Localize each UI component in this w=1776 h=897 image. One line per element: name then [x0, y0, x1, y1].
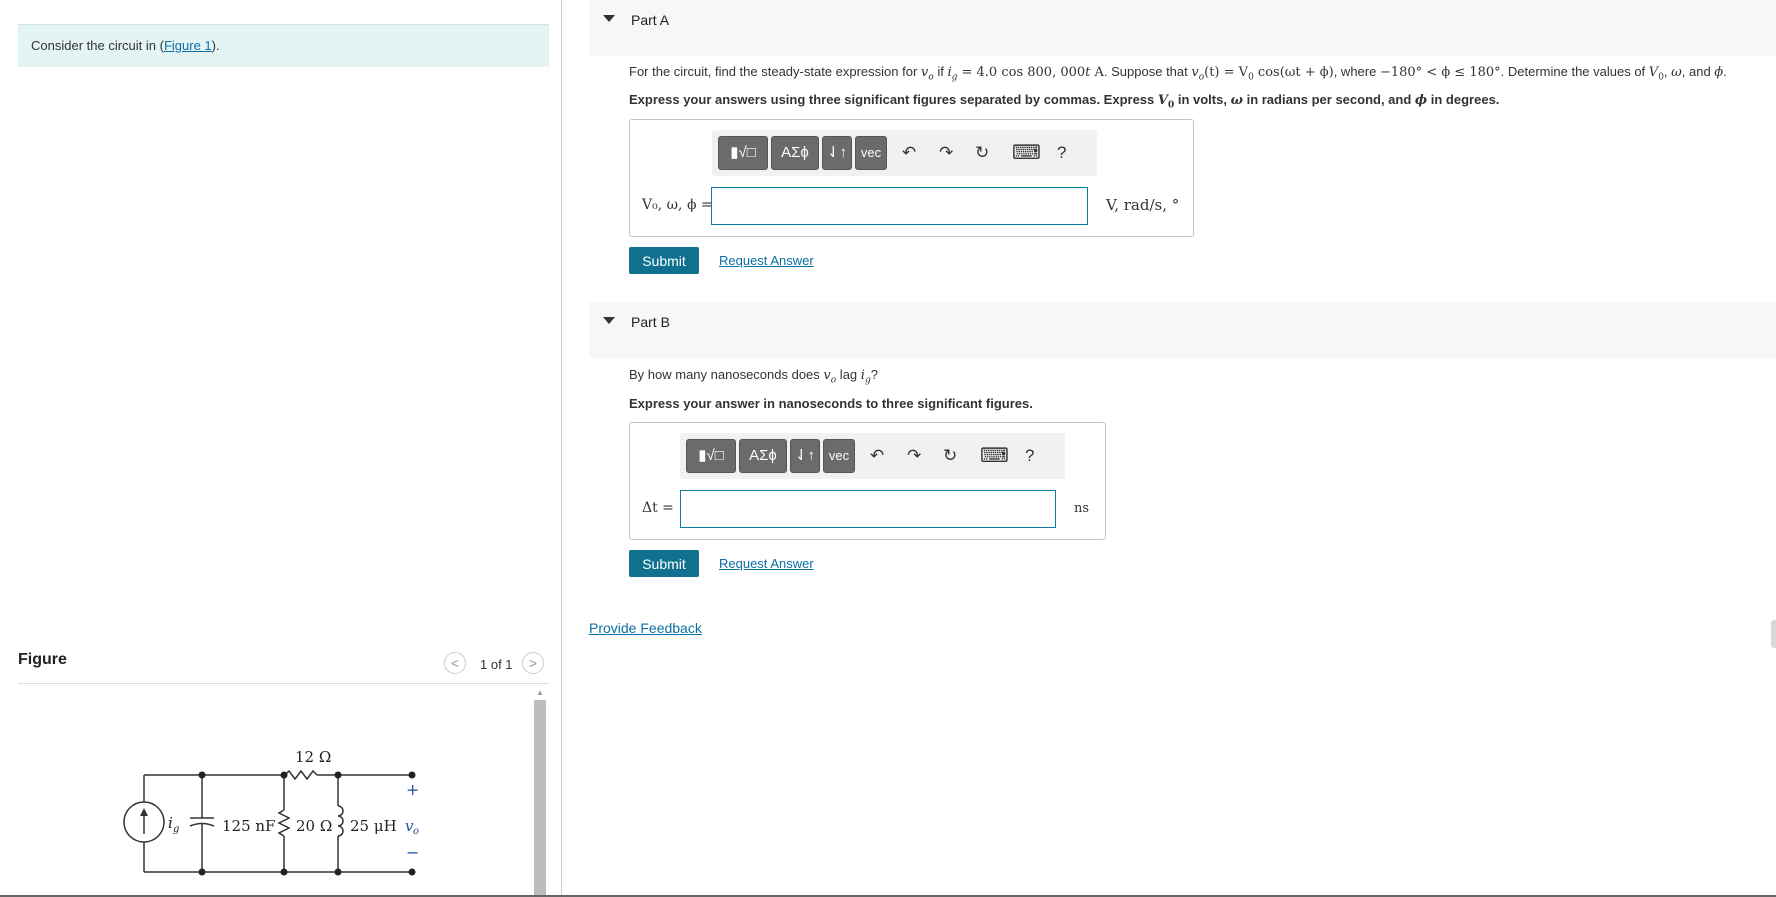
part-b-title: Part B [631, 314, 670, 330]
side-edge-tab[interactable] [1771, 620, 1776, 648]
figure-scrollbar[interactable] [534, 700, 546, 897]
part-a-input-label: V₀, ω, ϕ = [642, 197, 713, 213]
label-vo-sub: o [413, 826, 419, 837]
vector-button[interactable]: vec [855, 136, 887, 170]
figure-counter: 1 of 1 [480, 657, 513, 672]
scroll-up-arrow-icon[interactable]: ▲ [534, 688, 546, 700]
label-12-ohm: 12 Ω [295, 748, 331, 766]
collapse-caret-icon[interactable] [603, 15, 615, 22]
greek-symbols-button[interactable]: ΑΣϕ [739, 439, 787, 473]
part-b-request-answer-link[interactable]: Request Answer [719, 556, 814, 571]
label-plus: + [406, 780, 419, 799]
keyboard-icon[interactable]: ⌨ [980, 445, 1009, 467]
figure-link[interactable]: Figure 1 [164, 38, 212, 53]
subscript-superscript-button[interactable]: ⇃↑ [790, 439, 820, 473]
label-125nf: 125 nF [222, 817, 275, 835]
part-a-request-answer-link[interactable]: Request Answer [719, 253, 814, 268]
subscript-superscript-button[interactable]: ⇃↑ [822, 136, 852, 170]
part-a-answer-box: ▮√□ ΑΣϕ ⇃↑ vec ↶ ↷ ↻ ⌨ ? V₀, ω, ϕ = V, r… [629, 119, 1194, 237]
part-b-unit: ns [1074, 501, 1090, 516]
part-a-title: Part A [631, 12, 670, 28]
circuit-diagram: 12 Ω i g 125 nF 20 Ω 25 μH v o + − [123, 748, 419, 876]
greek-symbols-button[interactable]: ΑΣϕ [771, 136, 819, 170]
label-minus: − [406, 843, 419, 862]
part-a-header[interactable]: Part A [589, 0, 1776, 56]
templates-button[interactable]: ▮√□ [718, 136, 768, 170]
intro-suffix: ). [211, 38, 220, 53]
part-b-header[interactable]: Part B [589, 302, 1776, 358]
figure-title: Figure [18, 651, 67, 668]
keyboard-icon[interactable]: ⌨ [1012, 142, 1041, 164]
next-figure-button[interactable]: > [522, 652, 544, 674]
part-b-input-label: Δt = [642, 500, 674, 516]
redo-icon[interactable]: ↷ [939, 142, 953, 164]
provide-feedback-link[interactable]: Provide Feedback [589, 620, 702, 636]
part-b-math-toolbar: ▮√□ ΑΣϕ ⇃↑ vec ↶ ↷ ↻ ⌨ ? [680, 433, 1065, 479]
vector-button[interactable]: vec [823, 439, 855, 473]
part-b-question: By how many nanoseconds does vo lag ig? [629, 367, 878, 386]
reset-icon[interactable]: ↻ [943, 445, 957, 467]
figure-header: Figure < 1 of 1 > [18, 648, 549, 684]
redo-icon[interactable]: ↷ [907, 445, 921, 467]
help-icon[interactable]: ? [1057, 142, 1066, 164]
part-a-question: For the circuit, find the steady-state e… [629, 64, 1727, 83]
part-a-instruction: Express your answers using three signifi… [629, 92, 1500, 111]
label-20-ohm: 20 Ω [296, 817, 332, 835]
part-b-answer-box: ▮√□ ΑΣϕ ⇃↑ vec ↶ ↷ ↻ ⌨ ? Δt = ns [629, 422, 1106, 540]
part-a-submit-button[interactable]: Submit [629, 247, 699, 274]
intro-prefix: Consider the circuit in ( [31, 38, 164, 53]
part-a-answer-input[interactable] [711, 187, 1088, 225]
templates-button[interactable]: ▮√□ [686, 439, 736, 473]
help-icon[interactable]: ? [1025, 445, 1034, 467]
left-panel: Consider the circuit in (Figure 1). Figu… [0, 0, 562, 897]
undo-icon[interactable]: ↶ [870, 445, 884, 467]
label-25uh: 25 μH [350, 817, 397, 835]
part-b-submit-button[interactable]: Submit [629, 550, 699, 577]
collapse-caret-icon[interactable] [603, 317, 615, 324]
reset-icon[interactable]: ↻ [975, 142, 989, 164]
part-b-answer-input[interactable] [680, 490, 1056, 528]
part-a-math-toolbar: ▮√□ ΑΣϕ ⇃↑ vec ↶ ↷ ↻ ⌨ ? [712, 130, 1097, 176]
label-ig-sub: g [173, 824, 179, 835]
intro-box: Consider the circuit in (Figure 1). [18, 24, 549, 67]
part-b-instruction: Express your answer in nanoseconds to th… [629, 396, 1033, 411]
prev-figure-button[interactable]: < [444, 652, 466, 674]
undo-icon[interactable]: ↶ [902, 142, 916, 164]
part-a-unit: V, rad/s, ° [1106, 196, 1180, 214]
